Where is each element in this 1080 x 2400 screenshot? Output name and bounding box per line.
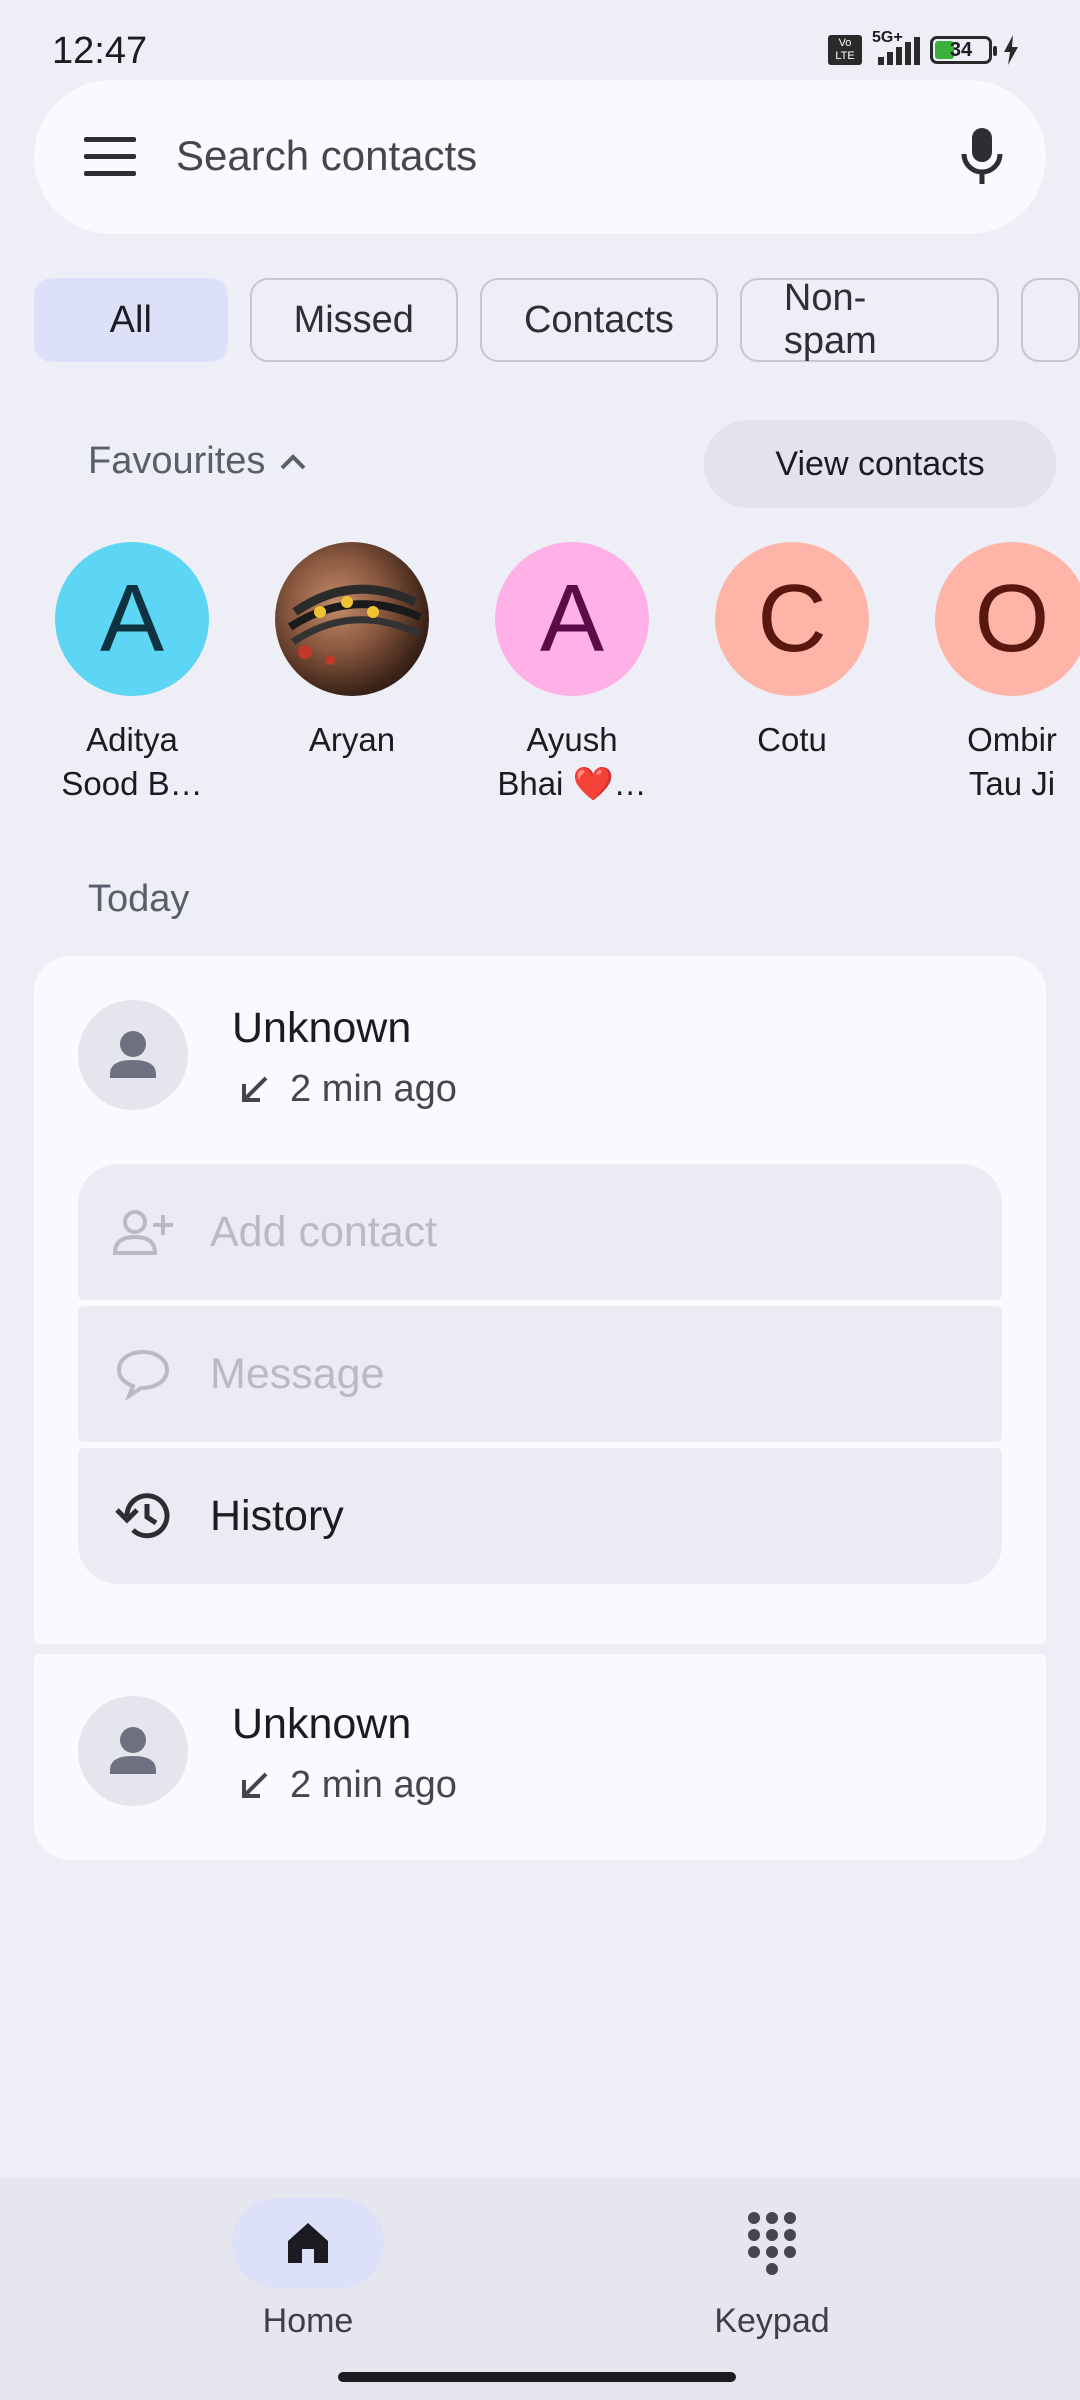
nav-keypad[interactable]: Keypad [622, 2198, 922, 2341]
avatar: A [495, 542, 649, 696]
add-contact-label: Add contact [210, 1207, 438, 1256]
history-icon [115, 1493, 170, 1539]
gesture-handle[interactable] [338, 2372, 736, 2382]
chip-missed[interactable]: Missed [249, 278, 458, 362]
signal-icon: 5G+ [872, 29, 920, 65]
status-bar: 12:47 Vo LTE 5G+ 34 [0, 0, 1080, 80]
favourite-name: Ayush Bhai ❤️… [497, 721, 647, 802]
chip-more[interactable] [1021, 278, 1080, 362]
favourites-toggle[interactable]: Favourites [88, 440, 307, 483]
incoming-call-icon [242, 1076, 268, 1102]
call-time: 2 min ago [290, 1764, 457, 1806]
history-button[interactable]: History [78, 1448, 1002, 1584]
favourites-title: Favourites [88, 440, 266, 482]
battery-icon: 34 [930, 36, 997, 64]
bottom-navigation: Home Keypad [0, 2178, 1080, 2400]
chip-contacts[interactable]: Contacts [479, 278, 718, 362]
home-icon [288, 2223, 328, 2263]
message-label: Message [210, 1349, 385, 1398]
favourite-aditya[interactable]: A Aditya Sood B… [32, 542, 232, 806]
chip-non-spam[interactable]: Non-spam [739, 277, 1000, 362]
call-log-item[interactable]: Unknown 2 min ago [34, 1654, 1046, 1860]
battery-level: 34 [949, 38, 973, 61]
call-meta: 2 min ago [236, 1764, 457, 1807]
mic-icon[interactable] [958, 126, 1006, 186]
person-icon [110, 1727, 156, 1774]
incoming-call-icon [242, 1772, 268, 1798]
search-input[interactable]: Search contacts [176, 132, 477, 180]
avatar: O [935, 542, 1080, 696]
call-time: 2 min ago [290, 1068, 457, 1110]
status-icons: Vo LTE 5G+ 34 [828, 29, 1020, 70]
view-contacts-button[interactable]: View contacts [704, 420, 1056, 508]
favourite-aryan[interactable]: Aryan [252, 542, 452, 762]
add-person-icon [112, 1210, 173, 1255]
avatar: C [715, 542, 869, 696]
avatar-photo [275, 542, 429, 696]
nav-keypad-label: Keypad [714, 2302, 830, 2340]
chip-all[interactable]: All [34, 278, 228, 362]
message-button[interactable]: Message [78, 1306, 1002, 1442]
section-today: Today [88, 878, 190, 920]
message-icon [116, 1349, 170, 1400]
nav-home[interactable]: Home [158, 2198, 458, 2341]
favourite-name: Aryan [308, 721, 396, 758]
avatar [78, 1000, 188, 1110]
add-contact-button[interactable]: Add contact [78, 1164, 1002, 1300]
favourite-ombir[interactable]: O Ombir Tau Ji [912, 542, 1080, 806]
caller-name: Unknown [232, 1700, 412, 1748]
nav-home-label: Home [262, 2302, 354, 2340]
favourite-ayush[interactable]: A Ayush Bhai ❤️… [472, 542, 672, 806]
chevron-up-icon [280, 453, 306, 469]
favourite-name: Ombir Tau Ji [967, 721, 1057, 802]
filter-chips: All Missed Contacts Non-spam [34, 277, 1080, 366]
favourite-name: Cotu [757, 721, 827, 758]
call-meta: 2 min ago [236, 1068, 457, 1111]
charging-icon [1004, 35, 1018, 65]
avatar: A [55, 542, 209, 696]
history-label: History [210, 1491, 344, 1540]
favourite-name: Aditya Sood B… [61, 721, 203, 802]
avatar [78, 1696, 188, 1806]
network-type: 5G+ [872, 29, 903, 46]
status-time: 12:47 [52, 30, 148, 72]
volte-icon: Vo LTE [828, 35, 862, 65]
keypad-icon [748, 2212, 796, 2275]
search-bar[interactable]: Search contacts [34, 80, 1046, 234]
person-icon [110, 1031, 156, 1078]
caller-name: Unknown [232, 1004, 412, 1052]
favourite-cotu[interactable]: C Cotu [692, 542, 892, 762]
call-log-item-expanded[interactable]: Unknown 2 min ago Add contact Message Hi… [34, 956, 1046, 1644]
menu-icon[interactable] [84, 137, 136, 177]
